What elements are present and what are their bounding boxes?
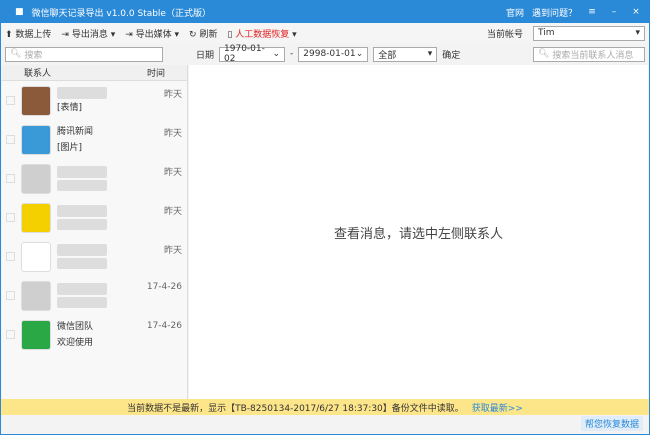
contact-time: 17-4-26 (146, 321, 182, 331)
row-checkbox[interactable] (6, 330, 15, 339)
manual-recovery-button[interactable]: ▯ 人工数据恢复 ▾ (227, 27, 296, 40)
account-value: Tim (538, 28, 555, 38)
date-to-input[interactable]: 2998-01-01 ⌄ (298, 46, 369, 62)
filter-bar: 🔍︎ 搜索 日期 1970-01-02 ⌄ - 2998-01-01 ⌄ 全部 ▾ 确… (1, 43, 649, 65)
contact-time: 昨天 (163, 129, 182, 139)
ok-button[interactable]: 确定 (442, 48, 460, 61)
list-header: 联系人 时间 (2, 65, 187, 81)
close-icon[interactable]: × (629, 7, 643, 17)
contact-name (57, 166, 107, 178)
empty-hint: 查看消息，请选中左侧联系人 (333, 226, 503, 242)
contact-time: 昨天 (163, 168, 182, 178)
window-title: 微信聊天记录导出 v1.0.0 Stable（正式版） (31, 8, 211, 19)
contact-time: 昨天 (163, 90, 182, 100)
last-message (57, 258, 107, 269)
manual-recovery-label: 人工数据恢复 (235, 29, 290, 40)
contact-row[interactable]: 17-4-26 (2, 276, 187, 315)
help-link[interactable]: 遇到问题？ (532, 6, 577, 19)
last-message (57, 180, 107, 191)
chevron-down-icon: ⌄ (355, 49, 364, 59)
contact-name (57, 283, 107, 295)
row-checkbox[interactable] (6, 252, 15, 261)
row-checkbox[interactable] (6, 135, 15, 144)
contact-time: 17-4-26 (146, 282, 182, 292)
date-to-value: 2998-01-01 (303, 49, 356, 59)
date-from-value: 1970-01-02 (224, 44, 265, 64)
contact-name: 腾讯新闻 (57, 126, 94, 137)
footer-link[interactable]: 帮您恢复数据 (580, 416, 643, 431)
last-message: [图片] (57, 142, 83, 153)
row-checkbox[interactable] (6, 174, 15, 183)
chevron-down-icon: ▾ (635, 28, 640, 38)
message-search-input[interactable]: 🔍︎ 搜索当前联系人消息 (533, 46, 645, 62)
avatar (21, 319, 51, 350)
account-label: 当前帐号 (486, 29, 523, 40)
title-bar: ■ 微信聊天记录导出 v1.0.0 Stable（正式版） 官网 遇到问题？ ≡… (1, 1, 649, 23)
avatar (21, 124, 51, 155)
message-pane: 查看消息，请选中左侧联系人 (189, 65, 648, 399)
upload-label: 数据上传 (15, 29, 52, 40)
contact-name: 微信团队 (57, 321, 94, 332)
row-checkbox[interactable] (6, 213, 15, 222)
date-label: 日期 (196, 50, 215, 61)
contact-row[interactable]: [表情] 昨天 (2, 81, 187, 120)
status-bar: 当前数据不是最新，显示【TB-8250134-2017/6/27 18:37:3… (1, 399, 649, 415)
contact-list: 联系人 时间 [表情] 昨天 腾讯新闻 [图片] 昨天 昨天 昨天 昨天 17-4-26 微信团队欢… (2, 65, 188, 399)
last-message (57, 297, 107, 308)
contact-row[interactable]: 腾讯新闻 [图片] 昨天 (2, 120, 187, 159)
message-search-placeholder: 搜索当前联系人消息 (552, 50, 634, 61)
col-contact: 联系人 (24, 69, 52, 79)
avatar (21, 202, 51, 233)
avatar (21, 280, 51, 311)
contact-time: 昨天 (163, 246, 182, 256)
row-checkbox[interactable] (6, 96, 15, 105)
contact-search-input[interactable]: 🔍︎ 搜索 (5, 46, 163, 62)
last-message: [表情] (57, 102, 83, 113)
export-messages-button[interactable]: ⇥ 导出消息 ▾ (61, 27, 115, 40)
contact-name (57, 86, 107, 99)
official-link[interactable]: 官网 (506, 6, 524, 19)
chevron-down-icon: ▾ (427, 49, 433, 59)
menu-icon[interactable]: ≡ (585, 7, 599, 17)
export-media-label: 导出媒体 (135, 29, 172, 40)
minimize-icon[interactable]: – (607, 7, 621, 17)
chevron-down-icon: ⌄ (272, 49, 281, 59)
contact-row[interactable]: 昨天 (2, 159, 187, 198)
row-checkbox[interactable] (6, 291, 15, 300)
upload-button[interactable]: ⬆ 数据上传 (5, 27, 51, 40)
date-from-input[interactable]: 1970-01-02 ⌄ (219, 44, 286, 64)
contact-time: 昨天 (163, 207, 182, 217)
toolbar: ⬆ 数据上传 ⇥ 导出消息 ▾ ⇥ 导出媒体 ▾ ↻ 刷新 ▯ 人工数据恢复 ▾… (1, 23, 649, 43)
app-icon: ■ (15, 7, 24, 17)
contact-row[interactable]: 昨天 (2, 198, 187, 237)
contact-row[interactable]: 昨天 (2, 237, 187, 276)
col-time: 时间 (146, 69, 165, 79)
avatar (21, 241, 51, 272)
search-placeholder: 搜索 (24, 50, 43, 61)
account-select[interactable]: Tim ▾ (533, 25, 645, 41)
search-icon: 🔍︎ (538, 49, 550, 59)
contact-name (57, 244, 107, 256)
export-messages-label: 导出消息 (71, 29, 108, 40)
type-select[interactable]: 全部 ▾ (373, 46, 438, 62)
status-text: 当前数据不是最新，显示【TB-8250134-2017/6/27 18:37:3… (127, 403, 464, 414)
last-message (57, 219, 107, 230)
export-media-button[interactable]: ⇥ 导出媒体 ▾ (125, 27, 179, 40)
search-icon: 🔍︎ (10, 49, 22, 59)
type-value: 全部 (378, 50, 397, 61)
contact-name (57, 205, 107, 217)
avatar (21, 163, 51, 194)
contact-row[interactable]: 微信团队欢迎使用 17-4-26 (2, 315, 187, 354)
get-latest-link[interactable]: 获取最新>> (472, 401, 523, 414)
refresh-button[interactable]: ↻ 刷新 (189, 27, 217, 40)
refresh-label: 刷新 (199, 29, 218, 40)
date-separator: - (290, 49, 294, 59)
avatar (21, 85, 51, 116)
last-message: 欢迎使用 (57, 337, 94, 348)
